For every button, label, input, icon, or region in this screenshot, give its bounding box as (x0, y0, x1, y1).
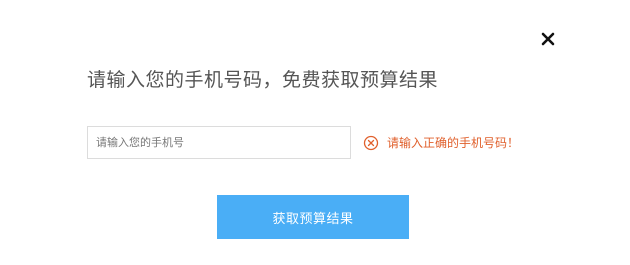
dialog-title: 请输入您的手机号码，免费获取预算结果 (87, 69, 439, 91)
phone-input[interactable] (87, 126, 351, 159)
error-message: 请输入正确的手机号码！ (363, 134, 519, 151)
close-button[interactable] (537, 28, 559, 50)
error-text: 请输入正确的手机号码！ (387, 136, 520, 150)
close-icon (541, 32, 555, 46)
error-circle-x-icon (363, 135, 379, 150)
budget-dialog: 请输入您的手机号码，免费获取预算结果 请输入正确的手机号码！ 获取预算结果 (0, 0, 630, 265)
get-budget-button[interactable]: 获取预算结果 (217, 195, 409, 239)
